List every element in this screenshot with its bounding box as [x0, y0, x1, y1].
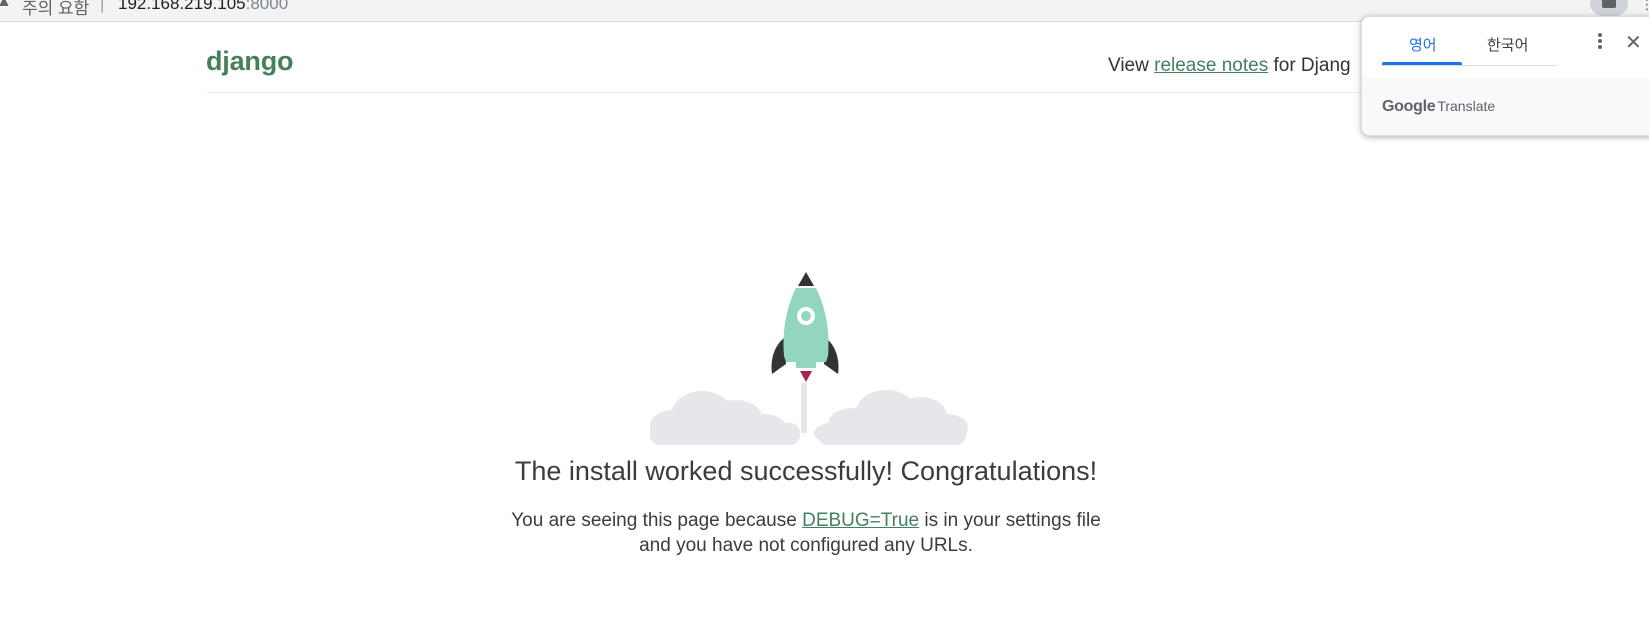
release-notes-link[interactable]: release notes — [1154, 55, 1268, 76]
django-header: django View release notes for Djang — [206, 44, 1486, 93]
url-port: :8000 — [245, 0, 289, 13]
cloud-right — [814, 390, 968, 445]
debug-setting-link[interactable]: DEBUG=True — [802, 510, 919, 531]
more-vert-icon[interactable] — [1588, 29, 1612, 53]
rocket-base — [796, 362, 816, 368]
tab-english[interactable]: 영어 — [1409, 34, 1437, 55]
rocket-illustration — [636, 268, 976, 448]
translate-icon[interactable] — [1590, 0, 1628, 16]
address-separator: | — [100, 0, 105, 13]
release-prefix: View — [1108, 55, 1155, 76]
close-icon[interactable]: ✕ — [1625, 33, 1642, 53]
security-warning-icon[interactable]: ▲ — [0, 0, 12, 11]
security-label[interactable]: 주의 요함 — [22, 0, 89, 19]
url-host: 192.168.219.105 — [118, 0, 246, 13]
install-success-title: The install worked successfully! Congrat… — [514, 456, 1098, 486]
desc-prefix: You are seeing this page because — [511, 510, 803, 531]
brand-translate: Translate — [1437, 98, 1496, 114]
translate-glyph — [1602, 0, 1616, 8]
rocket-flame — [800, 371, 812, 382]
google-translate-popup: 영어 한국어 ✕ Google Translate — [1361, 16, 1649, 136]
django-logo[interactable]: django — [206, 46, 293, 77]
brand-google: Google — [1382, 98, 1436, 115]
active-tab-indicator — [1382, 62, 1462, 65]
tab-korean[interactable]: 한국어 — [1487, 34, 1528, 55]
translate-footer: Google Translate — [1362, 77, 1649, 135]
browser-menu-icon[interactable]: ⋮ — [1640, 0, 1649, 13]
release-notes-text: View release notes for Djang — [1108, 55, 1351, 77]
google-translate-brand: Google Translate — [1382, 98, 1495, 116]
cloud-left — [650, 391, 800, 445]
more-vert-glyph — [1598, 33, 1602, 49]
install-description: You are seeing this page because DEBUG=T… — [506, 508, 1106, 558]
rocket-svg — [650, 272, 968, 445]
url-field[interactable]: 192.168.219.105:8000 — [118, 0, 288, 14]
rocket-nose — [798, 272, 814, 286]
translate-language-tabs: 영어 한국어 — [1382, 17, 1557, 66]
exhaust-trail — [801, 383, 807, 433]
release-suffix: for Djang — [1268, 55, 1351, 76]
